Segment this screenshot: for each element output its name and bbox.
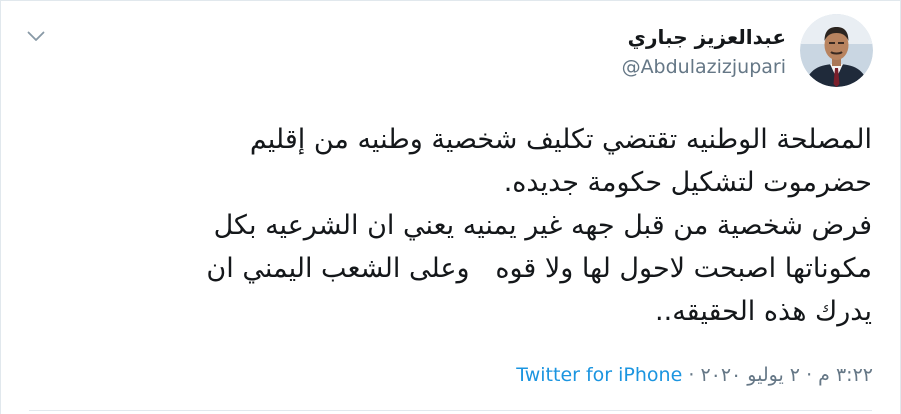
tweet-text-line: المصلحة الوطنيه تقتضي تكليف شخصية وطنيه … (249, 124, 872, 155)
meta-separator: · (688, 364, 695, 386)
tweet-metadata: ٣:٢٢ م · ٢ يوليو ٢٠٢٠ · Twitter for iPho… (516, 362, 873, 388)
tweet-card: عبدالعزيز جباري @Abdulazizjupari المصلحة… (0, 0, 901, 414)
tweet-source-link[interactable]: Twitter for iPhone (516, 364, 682, 386)
author-handle[interactable]: @Abdulazizjupari (622, 54, 786, 80)
tweet-text-line: يدرك هذه الحقيقه.. (655, 296, 872, 327)
tweet-text: المصلحة الوطنيه تقتضي تكليف شخصية وطنيه … (32, 118, 872, 333)
tweet-text-line: مكوناتها اصبحت لاحول لها ولا قوه وعلى ال… (206, 253, 872, 284)
chevron-down-icon[interactable] (24, 24, 48, 48)
tweet-text-line: حضرموت لتشكيل حكومة جديده. (503, 167, 872, 198)
author-display-name[interactable]: عبدالعزيز جباري (628, 23, 786, 51)
tweet-time[interactable]: ٣:٢٢ م (818, 364, 873, 386)
meta-separator: · (806, 364, 813, 386)
tweet-text-line: فرض شخصية من قبل جهه غير يمنيه يعني ان ا… (213, 210, 872, 241)
divider (29, 410, 872, 411)
avatar[interactable] (800, 14, 873, 87)
tweet-date[interactable]: ٢ يوليو ٢٠٢٠ (700, 364, 800, 386)
